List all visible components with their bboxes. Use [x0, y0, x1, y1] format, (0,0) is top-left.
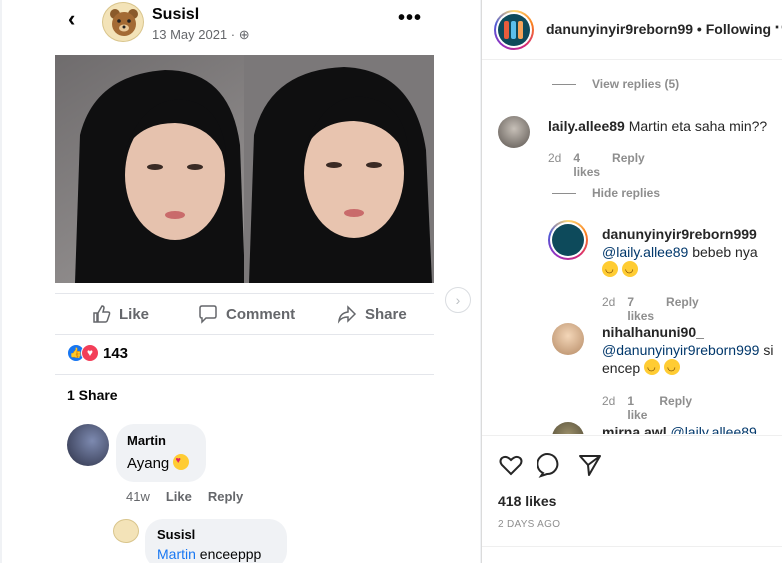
- ig-reply-user[interactable]: nihalhanuni90_: [602, 324, 704, 340]
- fb-action-bar: Like Comment Share: [55, 293, 434, 335]
- ig-reply-likes[interactable]: 7 likes: [627, 295, 654, 323]
- facebook-post-screenshot: ‹ Susisl 13 May 2021 · ⊕ ••• Like Commen…: [2, 0, 480, 563]
- love-reaction-icon: ♥: [81, 344, 99, 362]
- screenshot-root: ‹ Susisl 13 May 2021 · ⊕ ••• Like Commen…: [0, 0, 782, 563]
- instagram-comments-panel: danunyinyir9reborn99 • Following ⋯ View …: [482, 0, 782, 563]
- ig-likes-count[interactable]: 418 likes: [498, 493, 556, 509]
- ig-comment-user[interactable]: laily.allee89: [548, 118, 625, 134]
- selfie-collage-image: [55, 55, 434, 283]
- reply-author-avatar[interactable]: [552, 422, 584, 434]
- globe-icon: ⊕: [238, 27, 250, 42]
- hide-replies-button[interactable]: Hide replies: [552, 186, 660, 200]
- fb-reply-text: Martin enceeppp: [157, 546, 275, 562]
- fb-like-label: Like: [119, 305, 150, 323]
- laughing-emoji-icon: [621, 261, 638, 277]
- ig-reply-meta: 2d 1 like Reply: [602, 394, 692, 422]
- ig-author-avatar[interactable]: [494, 10, 534, 50]
- ig-comment-reply[interactable]: Reply: [612, 151, 645, 179]
- ig-reply-mention[interactable]: @laily.allee89: [602, 244, 688, 260]
- ig-username[interactable]: danunyinyir9reborn99: [546, 21, 693, 37]
- ig-reply-time: 2d: [602, 295, 616, 309]
- commenter-avatar: [67, 424, 109, 466]
- ig-reply-mention[interactable]: @danunyinyir9reborn999: [602, 342, 759, 358]
- ig-comment-body: laily.allee89 Martin eta saha min??: [548, 117, 768, 135]
- post-photo: [55, 55, 434, 283]
- ig-action-section: 418 likes 2 DAYS AGO: [482, 435, 782, 545]
- ig-post-time: 2 DAYS AGO: [498, 519, 561, 530]
- fb-comment-reply: Reply: [207, 489, 244, 504]
- fb-share-count: 1 Share: [55, 374, 434, 403]
- ig-comment-time: 2d: [548, 151, 562, 165]
- heart-icon[interactable]: [498, 452, 524, 478]
- ig-reply-text: bebeb nya: [688, 244, 758, 260]
- post-media-panel: ‹ Susisl 13 May 2021 · ⊕ ••• Like Commen…: [0, 0, 482, 563]
- reaction-count: 143: [103, 344, 129, 362]
- fb-comment-author: Martin: [127, 433, 166, 448]
- commenter-avatar[interactable]: [498, 116, 530, 148]
- back-arrow-icon: ‹: [68, 6, 76, 31]
- bear-avatar-icon: [110, 9, 138, 36]
- ig-reply-body: mirna.awl @laily.allee89: [602, 423, 774, 434]
- ig-post-header: danunyinyir9reborn99 • Following ⋯: [482, 0, 782, 60]
- share-direct-icon[interactable]: [577, 452, 603, 478]
- view-replies-button[interactable]: View replies (5): [552, 77, 679, 91]
- ig-comment-text: Martin eta saha min??: [628, 118, 768, 134]
- reply-author-avatar: [113, 519, 139, 543]
- ig-comment-thread: View replies (5) laily.allee89 Martin et…: [482, 60, 782, 434]
- next-image-button[interactable]: ›: [445, 287, 471, 313]
- fb-reply-author: Susisl: [157, 527, 196, 542]
- laughing-emoji-icon: [644, 359, 661, 375]
- fb-reply-bubble: Susisl Martin enceeppp: [145, 519, 287, 563]
- fb-author-name: Susisl: [152, 6, 200, 23]
- ig-reply-reply[interactable]: Reply: [659, 394, 692, 422]
- ig-header-text: danunyinyir9reborn99 • Following: [546, 21, 771, 37]
- ig-reply-time: 2d: [602, 394, 616, 408]
- fb-comment-text: Ayang: [127, 454, 195, 472]
- ig-reply-reply[interactable]: Reply: [666, 295, 699, 323]
- fb-comment-meta: 41w Like Reply: [126, 489, 243, 504]
- ig-comment-likes[interactable]: 4 likes: [573, 151, 600, 179]
- fb-comment-label: Comment: [226, 305, 296, 323]
- fb-comment-like: Like: [165, 489, 192, 504]
- fb-date-text: 13 May 2021 ·: [152, 27, 239, 42]
- following-button[interactable]: Following: [706, 21, 771, 37]
- fb-comment-bubble: Martin Ayang: [116, 424, 206, 482]
- more-options-icon[interactable]: ⋯: [774, 17, 782, 38]
- ig-separator: •: [693, 21, 706, 37]
- fb-share-action: Share: [337, 304, 407, 324]
- ig-comment-meta: 2d 4 likes Reply: [548, 151, 645, 179]
- ig-reply-user[interactable]: danunyinyir9reborn999: [602, 226, 757, 242]
- laughing-emoji-icon: [663, 359, 680, 375]
- ig-reply-meta: 2d 7 likes Reply: [602, 295, 699, 323]
- reply-author-avatar[interactable]: [548, 220, 588, 260]
- thumbs-up-icon: [93, 305, 111, 323]
- fb-comment-time: 41w: [126, 489, 150, 504]
- fb-post-header: ‹ Susisl 13 May 2021 · ⊕ •••: [2, 0, 480, 48]
- laughing-emoji-icon: [602, 261, 618, 277]
- ig-reply-mention[interactable]: @laily.allee89: [670, 424, 756, 434]
- heart-eyes-emoji-icon: [173, 454, 190, 470]
- comment-bubble-icon: [199, 305, 217, 324]
- fb-like-action: Like: [91, 304, 149, 324]
- fb-comment-action: Comment: [198, 304, 295, 324]
- reply-author-avatar[interactable]: [552, 323, 584, 355]
- fb-author-avatar: [102, 2, 144, 42]
- fb-post-date: 13 May 2021 · ⊕: [152, 27, 250, 43]
- fb-comment-body: Ayang: [127, 455, 174, 472]
- share-arrow-icon: [337, 305, 357, 324]
- ig-add-comment-bar: [482, 546, 782, 563]
- fb-share-label: Share: [365, 305, 407, 323]
- ig-reply-likes[interactable]: 1 like: [627, 394, 647, 422]
- more-options-icon: •••: [398, 7, 423, 29]
- ig-reply-user[interactable]: mirna.awl: [602, 424, 667, 434]
- fb-reply-mention: Martin: [157, 546, 196, 562]
- fb-reactions: 👍 ♥ 143: [67, 344, 128, 362]
- comment-icon[interactable]: [537, 452, 563, 478]
- ig-reply-body: nihalhanuni90_ @danunyinyir9reborn999 si …: [602, 323, 774, 377]
- ig-reply-body: danunyinyir9reborn999 @laily.allee89 bebe…: [602, 225, 772, 279]
- fb-reply-body: enceeppp: [195, 546, 262, 562]
